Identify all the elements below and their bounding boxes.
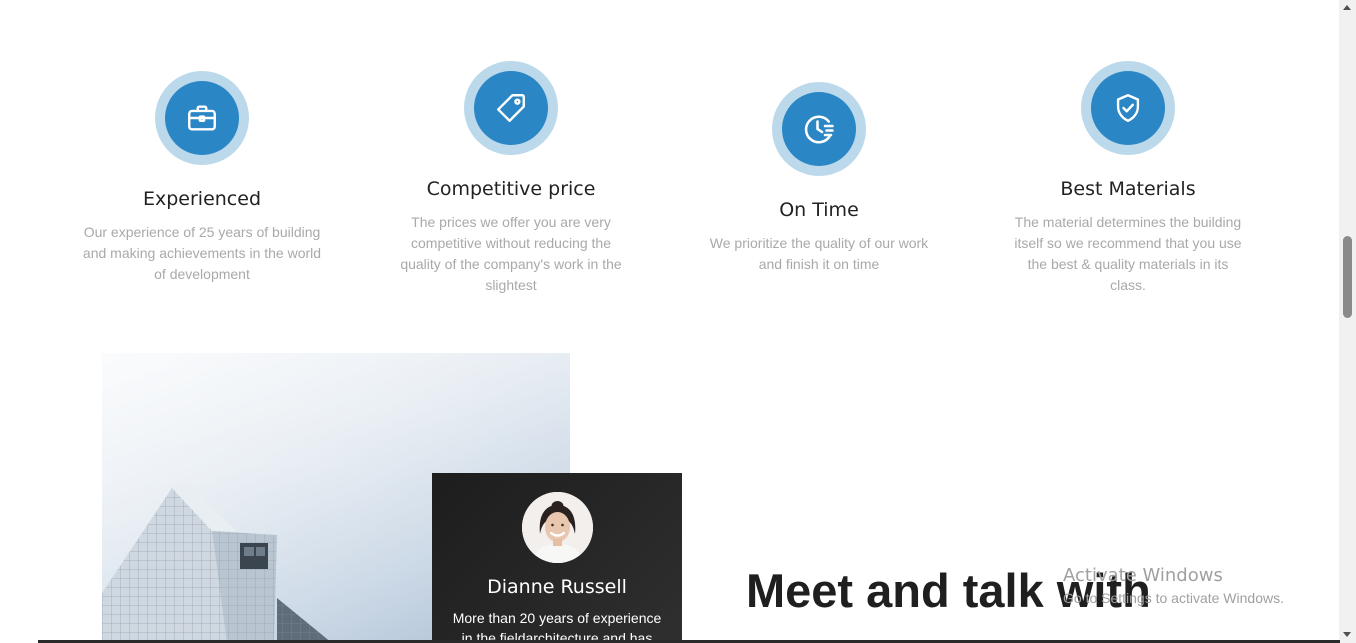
shield-check-icon: [1116, 94, 1140, 122]
clock-icon: [804, 115, 834, 144]
team-member-bio: More than 20 years of experience in the …: [452, 610, 662, 643]
vertical-scrollbar[interactable]: [1339, 0, 1356, 643]
feature-icon-circle: [782, 92, 856, 166]
feature-icon-circle: [165, 81, 239, 155]
feature-title: Experienced: [142, 188, 262, 210]
feature-competitive-price: Competitive price The prices we offer yo…: [391, 61, 631, 296]
feature-icon-ring: [155, 71, 249, 165]
feature-title: Competitive price: [426, 178, 596, 200]
team-member-name: Dianne Russell: [487, 576, 627, 598]
scrollbar-thumb[interactable]: [1343, 236, 1352, 318]
avatar-portrait: [521, 492, 593, 563]
activate-windows-watermark: Activate Windows Go to Settings to activ…: [1063, 565, 1284, 606]
feature-description: The material determines the building its…: [1014, 214, 1242, 293]
watermark-title: Activate Windows: [1063, 565, 1223, 586]
scroll-up-arrow-icon[interactable]: [1343, 5, 1351, 10]
feature-title: On Time: [779, 199, 859, 221]
feature-on-time: On Time We prioritize the quality of our…: [699, 82, 939, 275]
feature-description: Our experience of 25 years of building a…: [82, 224, 322, 282]
avatar: [521, 492, 593, 563]
feature-description: The prices we offer you are very competi…: [400, 214, 622, 293]
briefcase-icon: [188, 105, 216, 131]
feature-icon-ring: [772, 82, 866, 176]
feature-description: We prioritize the quality of our work an…: [709, 235, 929, 272]
price-tag-icon: [497, 94, 525, 122]
feature-icon-ring: [464, 61, 558, 155]
feature-icon-ring: [1081, 61, 1175, 155]
feature-title: Best Materials: [1060, 178, 1196, 200]
scroll-down-arrow-icon[interactable]: [1343, 632, 1351, 637]
team-member-card: Dianne Russell More than 20 years of exp…: [432, 473, 682, 643]
feature-icon-circle: [474, 71, 548, 145]
watermark-subtitle: Go to Settings to activate Windows.: [1063, 590, 1284, 606]
feature-best-materials: Best Materials The material determines t…: [1008, 61, 1248, 296]
feature-experienced: Experienced Our experience of 25 years o…: [82, 71, 322, 285]
feature-icon-circle: [1091, 71, 1165, 145]
